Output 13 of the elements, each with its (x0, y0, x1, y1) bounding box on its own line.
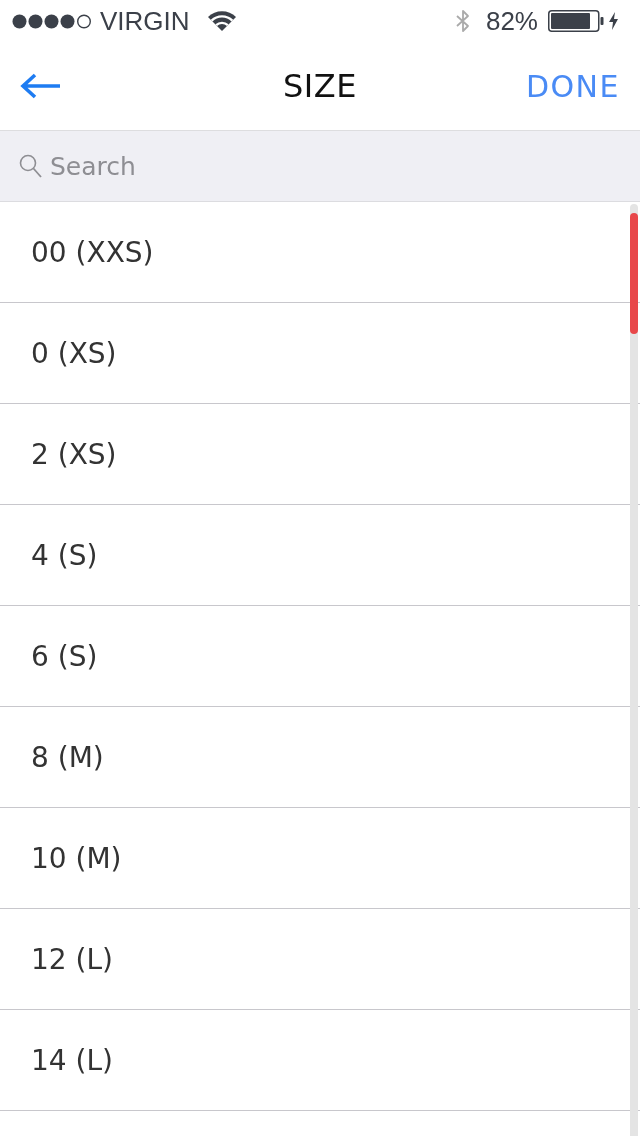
scrollbar-thumb[interactable] (630, 213, 638, 334)
carrier-name: VIRGIN (100, 6, 190, 36)
page-title: SIZE (283, 67, 357, 105)
search-icon (19, 154, 42, 178)
wifi-icon (206, 10, 237, 32)
search-input[interactable]: Search (50, 151, 590, 181)
charging-bolt-icon (609, 12, 618, 30)
signal-strength-icon (12, 13, 92, 29)
battery-percentage: 82% (485, 6, 538, 36)
back-arrow-icon (20, 73, 62, 99)
search-field[interactable]: Search (0, 131, 640, 202)
bluetooth-icon (454, 9, 471, 33)
battery-icon (548, 10, 604, 32)
